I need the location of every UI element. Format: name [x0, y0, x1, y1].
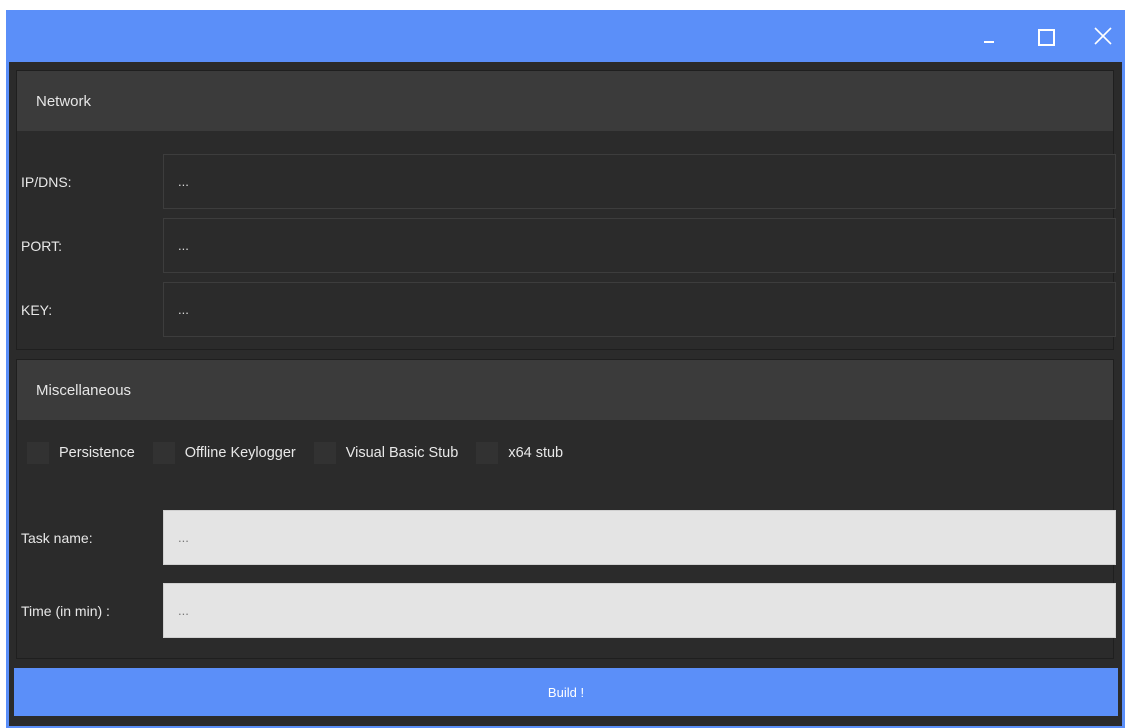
time-input[interactable]: [163, 583, 1116, 638]
checkbox-box[interactable]: [27, 442, 49, 464]
x64-stub-checkbox[interactable]: x64 stub: [476, 442, 563, 464]
maximize-icon[interactable]: [1033, 24, 1057, 48]
ip-dns-label: IP/DNS:: [21, 174, 72, 190]
misc-header: Miscellaneous: [17, 360, 1113, 420]
port-label: PORT:: [21, 238, 62, 254]
task-name-row: Task name:: [17, 510, 1116, 566]
key-input[interactable]: [163, 282, 1116, 337]
checkbox-label: Visual Basic Stub: [345, 445, 459, 461]
title-bar[interactable]: [6, 10, 1125, 62]
checkbox-box[interactable]: [313, 442, 336, 464]
checkbox-label: Offline Keylogger: [184, 445, 296, 461]
builder-window: Network IP/DNS: PORT: KEY: Miscellaneous…: [6, 10, 1125, 728]
visual-basic-stub-checkbox[interactable]: Visual Basic Stub: [313, 442, 459, 464]
checkbox-label: Persistence: [59, 445, 135, 461]
task-name-label: Task name:: [21, 530, 93, 546]
close-icon-glyph: [1094, 27, 1112, 45]
network-group: Network IP/DNS: PORT: KEY:: [16, 70, 1116, 350]
close-icon[interactable]: [1091, 24, 1115, 48]
checkbox-label: x64 stub: [508, 445, 564, 461]
ip-dns-input[interactable]: [163, 154, 1116, 209]
client-area: Network IP/DNS: PORT: KEY: Miscellaneous…: [9, 62, 1122, 726]
build-button[interactable]: Build !: [14, 668, 1118, 716]
time-label: Time (in min) :: [21, 603, 110, 619]
minimize-icon[interactable]: [978, 24, 1002, 48]
key-row: KEY:: [17, 282, 1116, 338]
port-input[interactable]: [163, 218, 1116, 273]
task-name-input[interactable]: [163, 510, 1116, 565]
options-checkboxes: Persistence Offline Keylogger Visual Bas…: [27, 438, 581, 468]
checkbox-box[interactable]: [152, 442, 175, 464]
port-row: PORT:: [17, 218, 1116, 274]
network-header: Network: [17, 71, 1113, 131]
time-row: Time (in min) :: [17, 583, 1116, 639]
ip-dns-row: IP/DNS:: [17, 154, 1116, 210]
checkbox-box[interactable]: [476, 442, 499, 464]
key-label: KEY:: [21, 302, 53, 318]
offline-keylogger-checkbox[interactable]: Offline Keylogger: [152, 442, 296, 464]
misc-group: Miscellaneous Persistence Offline Keylog…: [16, 359, 1116, 659]
persistence-checkbox[interactable]: Persistence: [27, 442, 135, 464]
